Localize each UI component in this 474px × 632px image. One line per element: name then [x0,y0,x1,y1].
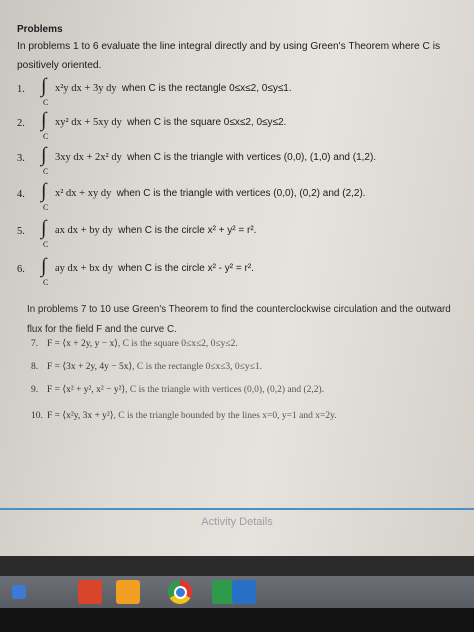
problem-item: 6. ∫ Cay dx + bx dy when C is the circle x… [17,255,467,287]
problem-condition: when C is the triangle with vertices (0,… [127,152,377,163]
field-problem-item: 7. F = ⟨x + 2y, y − x⟩, C is the square 0… [31,338,238,349]
integrand: x²y dx + 3y dy [55,83,117,94]
problem-number: 4. [17,189,25,200]
problem-item: 3. ∫ C 3xy dx + 2x² dy when C is the triang… [17,144,467,176]
curve-description: , C is the triangle bounded by the lines… [113,411,337,421]
activity-divider [0,508,474,510]
integral-subscript: C [43,203,49,212]
field-problem-item: 8. F = ⟨3x + 2y, 4y − 5x⟩, C is the recta… [31,361,262,372]
problem-item: 5. ∫ Cax dx + by dy when C is the circle x… [17,217,467,249]
integrand: x² dx + xy dy [55,188,112,199]
document-view: Problems In problems 1 to 6 evaluate the… [0,0,474,516]
vector-field: F = ⟨x²y, 3x + y²⟩ [47,411,114,421]
problem-condition: when C is the circle x² + y² = r². [118,225,257,236]
integral-subscript: C [43,278,49,287]
integral-subscript: C [43,167,49,176]
file-explorer-icon[interactable] [116,580,140,604]
vector-field: F = ⟨x² + y², x² − y²⟩ [47,385,126,395]
problem-expression: x²y dx + 3y dy when C is the rectangle 0… [55,83,292,94]
curve-description: , C is the square 0≤x≤2, 0≤y≤2. [117,339,238,349]
problem-condition: when C is the rectangle 0≤x≤2, 0≤y≤1. [121,83,292,94]
problem-number: 7. [31,339,39,349]
problem-expression: xy² dx + 5xy dy when C is the square 0≤x… [55,117,286,128]
problem-condition: when C is the circle x² - y² = r². [118,263,254,274]
problem-number: 9. [31,385,39,395]
integral-sign: ∫ [41,217,47,239]
integral-subscript: C [43,240,49,249]
vector-field: F = ⟨x + 2y, y − x⟩ [47,339,118,349]
outlook-icon[interactable] [232,580,256,604]
problem-number: 3. [17,153,25,164]
integral-subscript: C [43,132,49,141]
problem-number: 6. [17,264,25,275]
problem-number: 5. [17,226,25,237]
problem-condition: when C is the triangle with vertices (0,… [116,188,366,199]
integral-sign: ∫ [41,180,47,202]
activity-details-link[interactable]: Activity Details [0,516,474,528]
integrand: xy² dx + 5xy dy [55,117,122,128]
field-problem-item: 10. F = ⟨x²y, 3x + y²⟩, C is the triangle… [31,410,337,421]
integral-subscript: C [43,98,49,107]
problem-number: 10. [31,411,43,421]
problem-expression: 3xy dx + 2x² dy when C is the triangle w… [55,152,376,163]
curve-description: , C is the rectangle 0≤x≤3, 0≤y≤1. [132,362,262,372]
problem-number: 8. [31,362,39,372]
field-problem-item: 9. F = ⟨x² + y², x² − y²⟩, C is the trian… [31,384,324,395]
chrome-icon[interactable] [168,580,192,604]
vector-field: F = ⟨3x + 2y, 4y − 5x⟩ [47,362,133,372]
integral-sign: ∫ [41,144,47,166]
integral-sign: ∫ [41,75,47,97]
document-heading: Problems [17,24,63,35]
curve-description: , C is the triangle with vertices (0,0),… [125,385,325,395]
task-view-icon[interactable] [12,585,26,599]
problem-item: 4. ∫ Cx² dx + xy dy when C is the triangle… [17,180,467,212]
problem-item: 1. ∫ Cx²y dx + 3y dy when C is the rectang… [17,75,467,107]
taskbar [0,576,474,608]
intro-text-2: In problems 7 to 10 use Green's Theorem … [27,304,451,335]
problem-expression: x² dx + xy dy when C is the triangle wit… [55,188,366,199]
integrand: ay dx + bx dy [55,263,113,274]
integral-sign: ∫ [41,255,47,277]
problem-condition: when C is the square 0≤x≤2, 0≤y≤2. [127,117,287,128]
problem-number: 2. [17,118,25,129]
integral-sign: ∫ [41,109,47,131]
app-red-icon[interactable] [78,580,102,604]
monitor-screen: Problems In problems 1 to 6 evaluate the… [0,0,474,556]
integrand: 3xy dx + 2x² dy [55,152,122,163]
problem-expression: ay dx + bx dy when C is the circle x² - … [55,263,254,274]
problem-item: 2. ∫ Cxy² dx + 5xy dy when C is the square… [17,109,467,141]
problem-number: 1. [17,84,25,95]
desk-shadow [0,608,474,632]
problem-expression: ax dx + by dy when C is the circle x² + … [55,225,256,236]
intro-text: In problems 1 to 6 evaluate the line int… [17,41,441,71]
monitor-bezel [0,556,474,576]
integrand: ax dx + by dy [55,225,113,236]
